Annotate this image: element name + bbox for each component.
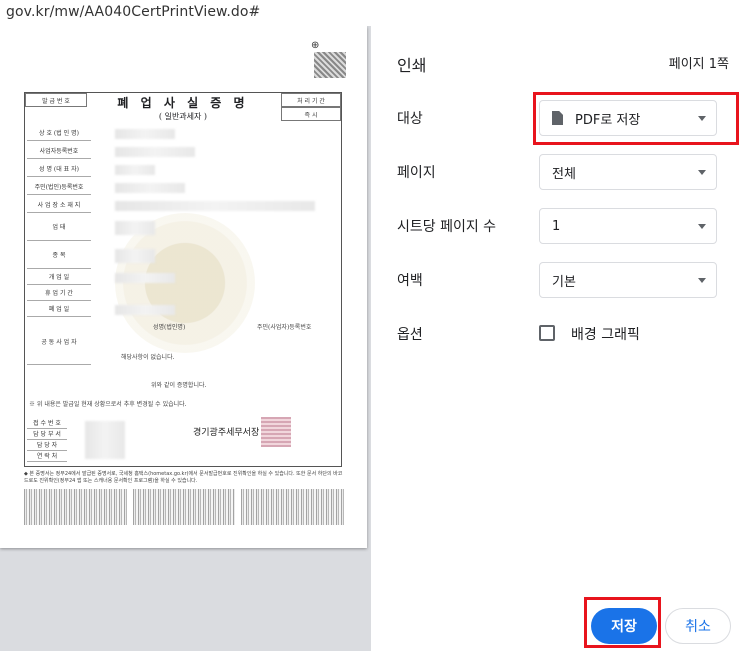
cancel-button[interactable]: 취소 — [665, 608, 731, 644]
redacted-value — [115, 147, 195, 157]
joint-col1: 성명(법인명) — [153, 324, 186, 331]
destination-label: 대상 — [397, 111, 423, 127]
options-label: 옵션 — [397, 327, 423, 343]
chevron-down-icon — [698, 224, 706, 229]
preview-page: ⊕ 발 급 번 호 폐 업 사 실 증 명 ( 일반과세자 ) 처 리 기 간 … — [0, 26, 367, 548]
row-label: 주민(법인)등록번호 — [27, 181, 91, 195]
row-label: 종 목 — [27, 243, 91, 269]
background-graphics-label[interactable]: 배경 그래픽 — [571, 324, 640, 344]
office-name: 경기광주세무서장 — [193, 428, 260, 438]
redacted-value — [115, 249, 155, 263]
barcode — [24, 489, 127, 525]
row-label: 상 호 (법 인 명) — [27, 127, 91, 141]
certificate-subtitle: ( 일반과세자 ) — [158, 112, 208, 121]
redacted-value — [115, 165, 155, 175]
certify-text: 위와 같이 증명합니다. — [151, 382, 207, 389]
joint-none: 해당사항이 없습니다. — [121, 354, 175, 361]
bottom-row-label: 연 락 처 — [27, 452, 67, 462]
redacted-value — [115, 129, 175, 139]
certificate-form: 발 급 번 호 폐 업 사 실 증 명 ( 일반과세자 ) 처 리 기 간 즉 … — [24, 92, 342, 467]
print-settings-panel: 인쇄 페이지 1쪽 대상 PDF로 저장 페이지 전체 시트당 페이지 수 1 … — [370, 26, 753, 651]
official-stamp — [261, 417, 291, 447]
barcode — [132, 489, 236, 525]
processing-label: 처 리 기 간 — [281, 93, 341, 107]
pages-per-sheet-value: 1 — [552, 218, 561, 234]
bottom-row-label: 담 당 자 — [27, 441, 67, 451]
row-label: 사 업 장 소 재 지 — [27, 199, 91, 213]
footnote: ◆ 본 증명서는 정부24에서 발급된 증명서로, 국세청 홈택스(hometa… — [24, 471, 343, 484]
barcodes — [24, 489, 345, 525]
document-icon — [552, 111, 563, 125]
margins-value: 기본 — [552, 274, 576, 290]
pages-label: 페이지 — [397, 165, 436, 181]
pages-select[interactable]: 전체 — [539, 154, 717, 190]
gov-logo-icon: ⊕ — [311, 40, 320, 51]
barcode — [241, 489, 345, 525]
pages-value: 전체 — [552, 166, 576, 182]
redacted-value — [115, 201, 315, 211]
redacted-value — [115, 221, 155, 235]
address-bar[interactable]: gov.kr/mw/AA040CertPrintView.do# — [0, 0, 753, 26]
bottom-row-label: 접 수 번 호 — [27, 419, 67, 429]
margins-label: 여백 — [397, 273, 423, 289]
background-graphics-checkbox[interactable] — [539, 325, 555, 341]
pages-per-sheet-select[interactable]: 1 — [539, 208, 717, 244]
page-count: 페이지 1쪽 — [668, 57, 729, 72]
destination-select[interactable]: PDF로 저장 — [539, 100, 717, 136]
redacted-value — [115, 183, 185, 193]
row-label: 업 태 — [27, 215, 91, 241]
chevron-down-icon — [698, 278, 706, 283]
certificate-title-text: 폐 업 사 실 증 명 — [117, 96, 249, 110]
margins-select[interactable]: 기본 — [539, 262, 717, 298]
processing-value: 즉 시 — [281, 107, 341, 121]
qr-code — [314, 52, 346, 78]
bottom-row-label: 담 당 부 서 — [27, 430, 67, 440]
redacted-value — [115, 305, 175, 315]
row-label: 공 동 사 업 자 — [27, 321, 91, 365]
row-label: 사업자등록번호 — [27, 145, 91, 159]
chevron-down-icon — [698, 116, 706, 121]
row-label: 휴 업 기 간 — [27, 287, 91, 301]
row-label: 성 명 (대 표 자) — [27, 163, 91, 177]
pages-per-sheet-label: 시트당 페이지 수 — [397, 219, 497, 235]
note-text: ※ 위 내용은 발급일 현재 상황으로서 추후 변경될 수 있습니다. — [29, 401, 187, 408]
redacted-value — [115, 273, 175, 283]
chevron-down-icon — [698, 170, 706, 175]
row-label: 폐 업 일 — [27, 303, 91, 317]
print-preview: ⊕ 발 급 번 호 폐 업 사 실 증 명 ( 일반과세자 ) 처 리 기 간 … — [0, 26, 370, 651]
row-label: 개 업 일 — [27, 271, 91, 285]
destination-value: PDF로 저장 — [575, 112, 641, 128]
print-title: 인쇄 — [397, 56, 427, 75]
joint-col2: 주민(사업자)등록번호 — [257, 324, 312, 331]
certificate-title: 폐 업 사 실 증 명 ( 일반과세자 ) — [87, 93, 279, 121]
issue-no-label: 발 급 번 호 — [25, 93, 87, 107]
redacted-value — [85, 421, 125, 459]
url-text: gov.kr/mw/AA040CertPrintView.do# — [6, 4, 261, 20]
save-button[interactable]: 저장 — [591, 608, 657, 644]
